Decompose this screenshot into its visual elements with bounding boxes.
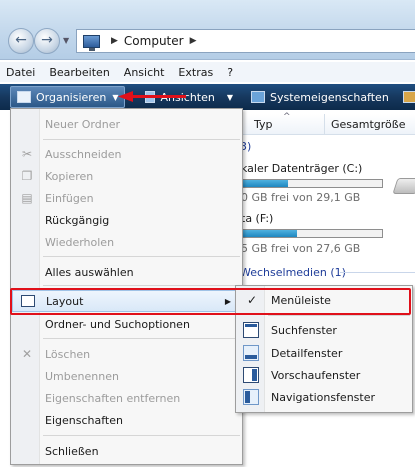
overflow-button[interactable]: P — [397, 86, 415, 108]
submenu-item-label: Detailfenster — [271, 346, 343, 360]
organize-menu: Neuer Ordner ✂ Ausschneiden ❐ Kopieren ▤… — [10, 108, 243, 465]
column-total-size[interactable]: Gesamtgröße — [325, 118, 405, 131]
drive-f-usage-bar — [240, 229, 383, 238]
menu-edit[interactable]: Bearbeiten — [49, 66, 109, 79]
menu-item-close[interactable]: Schließen — [12, 440, 242, 462]
menu-item-undo[interactable]: Rückgängig — [12, 209, 242, 231]
organize-label: Organisieren — [36, 90, 107, 104]
breadcrumb-separator-icon[interactable]: ▶ — [190, 36, 197, 46]
menu-item-delete[interactable]: ✕ Löschen — [12, 343, 242, 365]
command-bar: Organisieren ▼ Ansichten ▼ Systemeigensc… — [0, 84, 415, 110]
group-divider — [340, 272, 415, 273]
menu-item-redo[interactable]: Wiederholen — [12, 231, 242, 253]
preview-pane-icon — [243, 367, 259, 383]
address-bar[interactable]: ▶ Computer ▶ — [76, 29, 415, 53]
menu-item-copy[interactable]: ❐ Kopieren — [12, 165, 242, 187]
menu-item-select-all[interactable]: Alles auswählen — [12, 261, 242, 283]
menu-item-label: Alles auswählen — [45, 265, 134, 279]
menu-view[interactable]: Ansicht — [124, 66, 165, 79]
system-properties-icon — [251, 91, 265, 103]
submenu-item-details-pane[interactable]: Detailfenster — [237, 342, 413, 364]
chevron-down-icon: ▼ — [226, 92, 233, 102]
title-bar: ← → ▼ ▶ Computer ▶ — [0, 0, 415, 60]
menu-separator — [268, 315, 410, 316]
submenu-item-label: Navigationsfenster — [271, 390, 376, 404]
menu-item-label: Rückgängig — [45, 213, 110, 227]
submenu-item-label: Vorschaufenster — [271, 368, 361, 382]
column-type[interactable]: Typ — [240, 112, 325, 134]
menu-item-properties[interactable]: Eigenschaften — [12, 409, 242, 431]
menu-item-remove-properties[interactable]: Eigenschaften entfernen — [12, 387, 242, 409]
menu-separator — [43, 338, 240, 339]
delete-x-icon: ✕ — [21, 347, 33, 361]
drive-f-usage-fill — [241, 230, 298, 237]
breadcrumb-separator-icon[interactable]: ▶ — [111, 36, 118, 46]
menu-help[interactable]: ? — [227, 66, 233, 79]
drive-c-usage-bar — [240, 179, 383, 188]
menu-item-new-folder[interactable]: Neuer Ordner — [12, 113, 242, 135]
menu-item-label: Ausschneiden — [45, 147, 122, 161]
history-dropdown-icon[interactable]: ▼ — [63, 36, 69, 45]
submenu-item-label: Suchfenster — [271, 323, 337, 337]
drive-f-free-space: 5 GB frei von 27,6 GB — [241, 242, 361, 255]
menu-item-label: Neuer Ordner — [45, 117, 120, 131]
menu-item-rename[interactable]: Umbenennen — [12, 365, 242, 387]
menu-tools[interactable]: Extras — [178, 66, 213, 79]
forward-button[interactable]: → — [34, 28, 60, 54]
menu-item-label: Eigenschaften — [45, 413, 123, 427]
details-pane-icon — [243, 345, 259, 361]
menu-separator — [43, 285, 240, 286]
overflow-icon — [402, 91, 415, 103]
menu-separator — [43, 139, 240, 140]
column-header: Typ Gesamtgröße — [240, 112, 415, 135]
menu-separator — [43, 256, 240, 257]
menu-item-label: Umbenennen — [45, 369, 119, 383]
submenu-item-navigation-pane[interactable]: Navigationsfenster — [237, 386, 413, 408]
drive-c-usage-fill — [241, 180, 288, 187]
menu-item-label: Einfügen — [45, 191, 94, 205]
menu-item-folder-options[interactable]: Ordner- und Suchoptionen — [12, 313, 242, 335]
submenu-item-search-pane[interactable]: Suchfenster — [237, 319, 413, 341]
menu-item-cut[interactable]: ✂ Ausschneiden — [12, 143, 242, 165]
drive-icon — [392, 178, 415, 194]
system-properties-button[interactable]: Systemeigenschaften — [245, 86, 395, 108]
search-pane-icon — [243, 322, 259, 338]
menu-separator — [43, 435, 240, 436]
menu-bar: Datei Bearbeiten Ansicht Extras ? — [0, 62, 415, 82]
computer-icon — [83, 34, 100, 51]
group-header-removable[interactable]: Wechselmedien (1) — [240, 266, 346, 279]
drive-c-free-space: 0 GB frei von 29,1 GB — [241, 191, 361, 204]
scissors-icon: ✂ — [21, 147, 33, 161]
menu-item-label: Ordner- und Suchoptionen — [45, 317, 190, 331]
submenu-item-preview-pane[interactable]: Vorschaufenster — [237, 364, 413, 386]
menu-item-label: Schließen — [45, 444, 99, 458]
back-button[interactable]: ← — [8, 28, 34, 54]
copy-icon: ❐ — [21, 169, 33, 183]
menu-item-label: Löschen — [45, 347, 91, 361]
menu-item-paste[interactable]: ▤ Einfügen — [12, 187, 242, 209]
navigation-pane-icon — [243, 389, 259, 405]
breadcrumb-computer[interactable]: Computer — [124, 34, 184, 48]
menu-item-label: Wiederholen — [45, 235, 115, 249]
system-properties-label: Systemeigenschaften — [270, 90, 389, 104]
drive-f-name[interactable]: ta (F:) — [241, 212, 273, 225]
menu-item-label: Eigenschaften entfernen — [45, 391, 181, 405]
drive-c-name[interactable]: kaler Datenträger (C:) — [241, 162, 362, 175]
organize-button[interactable]: Organisieren ▼ — [10, 86, 126, 108]
annotation-arrow-icon — [118, 91, 186, 102]
menu-file[interactable]: Datei — [6, 66, 35, 79]
annotation-highlight-box — [10, 288, 411, 315]
organize-icon — [17, 91, 31, 103]
paste-icon: ▤ — [21, 191, 33, 205]
menu-item-label: Kopieren — [45, 169, 94, 183]
back-arrow-icon: ← — [15, 32, 27, 48]
forward-arrow-icon: → — [41, 32, 53, 48]
